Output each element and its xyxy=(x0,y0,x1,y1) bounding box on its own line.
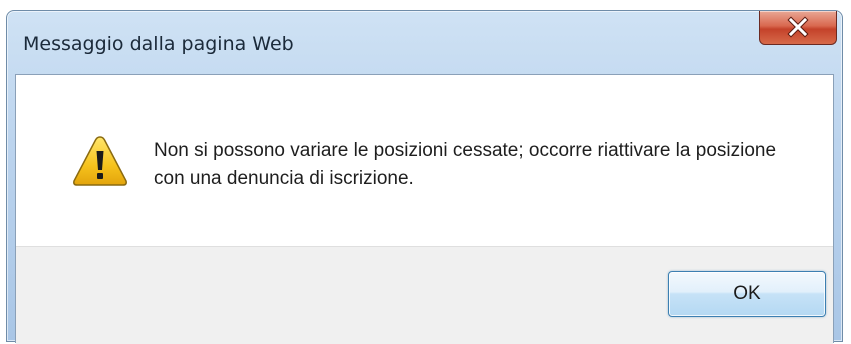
button-bar: OK xyxy=(16,246,833,344)
dialog-message: Non si possono variare le posizioni cess… xyxy=(154,140,777,189)
message-area: Non si possono variare le posizioni cess… xyxy=(16,75,833,246)
warning-icon xyxy=(73,136,127,186)
ok-button[interactable]: OK xyxy=(668,271,826,317)
dialog-body: Non si possono variare le posizioni cess… xyxy=(15,74,834,344)
title-bar[interactable]: Messaggio dalla pagina Web xyxy=(7,11,842,73)
close-button[interactable] xyxy=(759,11,837,45)
close-icon xyxy=(787,15,809,38)
dialog-window: Messaggio dalla pagina Web Non si posson… xyxy=(6,10,843,344)
dialog-title: Messaggio dalla pagina Web xyxy=(23,33,294,55)
